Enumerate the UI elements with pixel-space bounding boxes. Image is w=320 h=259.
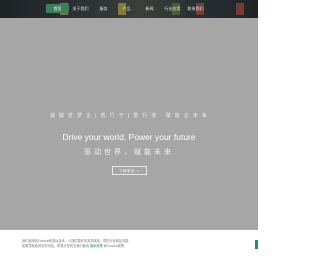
hero-headline-chinese: 驱动世界，赋能未来 [84, 148, 174, 156]
cookie-notice-suffix: 和Cookie政策 [103, 244, 125, 248]
header-image-tile [236, 3, 244, 15]
main-nav: 首页 关于我们 服务 产品 新闻 行业应用 联系我们 [46, 4, 207, 14]
nav-item-products[interactable]: 产品 [115, 4, 138, 13]
cookie-notice-line-2: 如果您继续浏览本网站，即表示您同意我们使用 隐私政策 和Cookie政策 [22, 244, 222, 249]
hero-tagline: 诚 赋 莅 梦 企 | 携 行 于 | 携 行 途 · 赋 能 企 未 来 [50, 113, 208, 119]
top-navigation-bar: 首页 关于我们 服务 产品 新闻 行业应用 联系我们 [0, 0, 258, 18]
nav-item-services[interactable]: 服务 [92, 4, 115, 13]
cookie-notice-text: 我们使用的Cookie和类似技术，以提供更好的浏览体验，同时分析网站流量， 如果… [22, 239, 222, 249]
nav-item-contact[interactable]: 联系我们 [184, 4, 207, 13]
nav-item-news[interactable]: 新闻 [138, 4, 161, 13]
cookie-accept-button[interactable] [255, 240, 258, 249]
privacy-policy-link[interactable]: 隐私政策 [90, 244, 103, 248]
hero-banner [0, 18, 258, 230]
nav-item-industry[interactable]: 行业应用 [161, 4, 184, 13]
cookie-notice-bar: 我们使用的Cookie和类似技术，以提供更好的浏览体验，同时分析网站流量， 如果… [0, 230, 258, 259]
hero-headline-english: Drive your world, Power your future [62, 132, 196, 142]
nav-item-home[interactable]: 首页 [46, 4, 69, 13]
cookie-notice-prefix: 如果您继续浏览本网站，即表示您同意我们使用 [22, 244, 89, 248]
nav-item-about[interactable]: 关于我们 [69, 4, 92, 13]
learn-more-button[interactable]: 了解更多 → [112, 166, 147, 175]
